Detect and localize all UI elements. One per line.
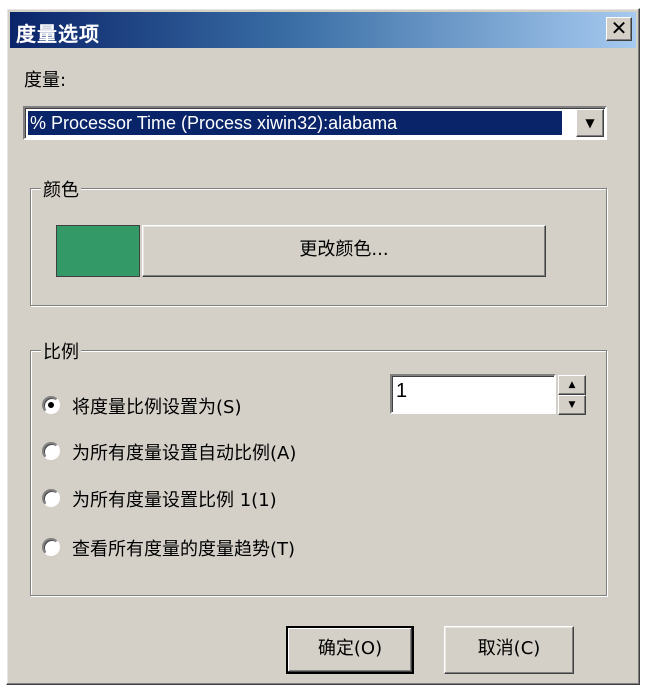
color-swatch [56,225,140,277]
change-color-button[interactable]: 更改颜色... [142,225,546,277]
title-bar[interactable]: 度量选项 ✕ [10,12,636,48]
chevron-down-icon: ▼ [585,116,595,130]
chevron-down-icon: ▼ [568,400,576,410]
radio-label: 将度量比例设置为(S) [72,397,242,418]
radio-button[interactable] [42,538,60,556]
radio-button[interactable] [42,489,60,507]
cancel-label: 取消(C) [477,638,541,659]
radio-label: 为所有度量设置自动比例(A) [72,443,297,464]
measure-label: 度量: [24,70,67,91]
radio-label: 查看所有度量的度量趋势(T) [72,539,296,560]
close-button[interactable]: ✕ [606,17,632,41]
close-icon: ✕ [610,16,628,40]
change-color-label: 更改颜色... [299,239,389,260]
scale-value-input[interactable]: 1 [390,374,556,414]
cancel-button[interactable]: 取消(C) [444,626,574,674]
radio-label: 为所有度量设置比例 1(1) [72,490,277,511]
radio-button[interactable] [42,396,60,414]
dialog-title: 度量选项 [16,22,100,46]
scale-group-legend: 比例 [41,338,81,364]
radio-button[interactable] [42,442,60,460]
spin-down-button[interactable]: ▼ [558,395,586,415]
radio-selected-dot [48,402,54,408]
measure-select-value: % Processor Time (Process xiwin32):alaba… [28,111,562,135]
spin-up-button[interactable]: ▲ [558,375,586,395]
dropdown-button[interactable]: ▼ [576,109,604,137]
color-group-legend: 颜色 [41,176,81,202]
measure-select[interactable]: % Processor Time (Process xiwin32):alaba… [23,106,607,140]
ok-button[interactable]: 确定(O) [286,626,414,674]
chevron-up-icon: ▲ [568,380,576,390]
ok-label: 确定(O) [317,638,383,659]
